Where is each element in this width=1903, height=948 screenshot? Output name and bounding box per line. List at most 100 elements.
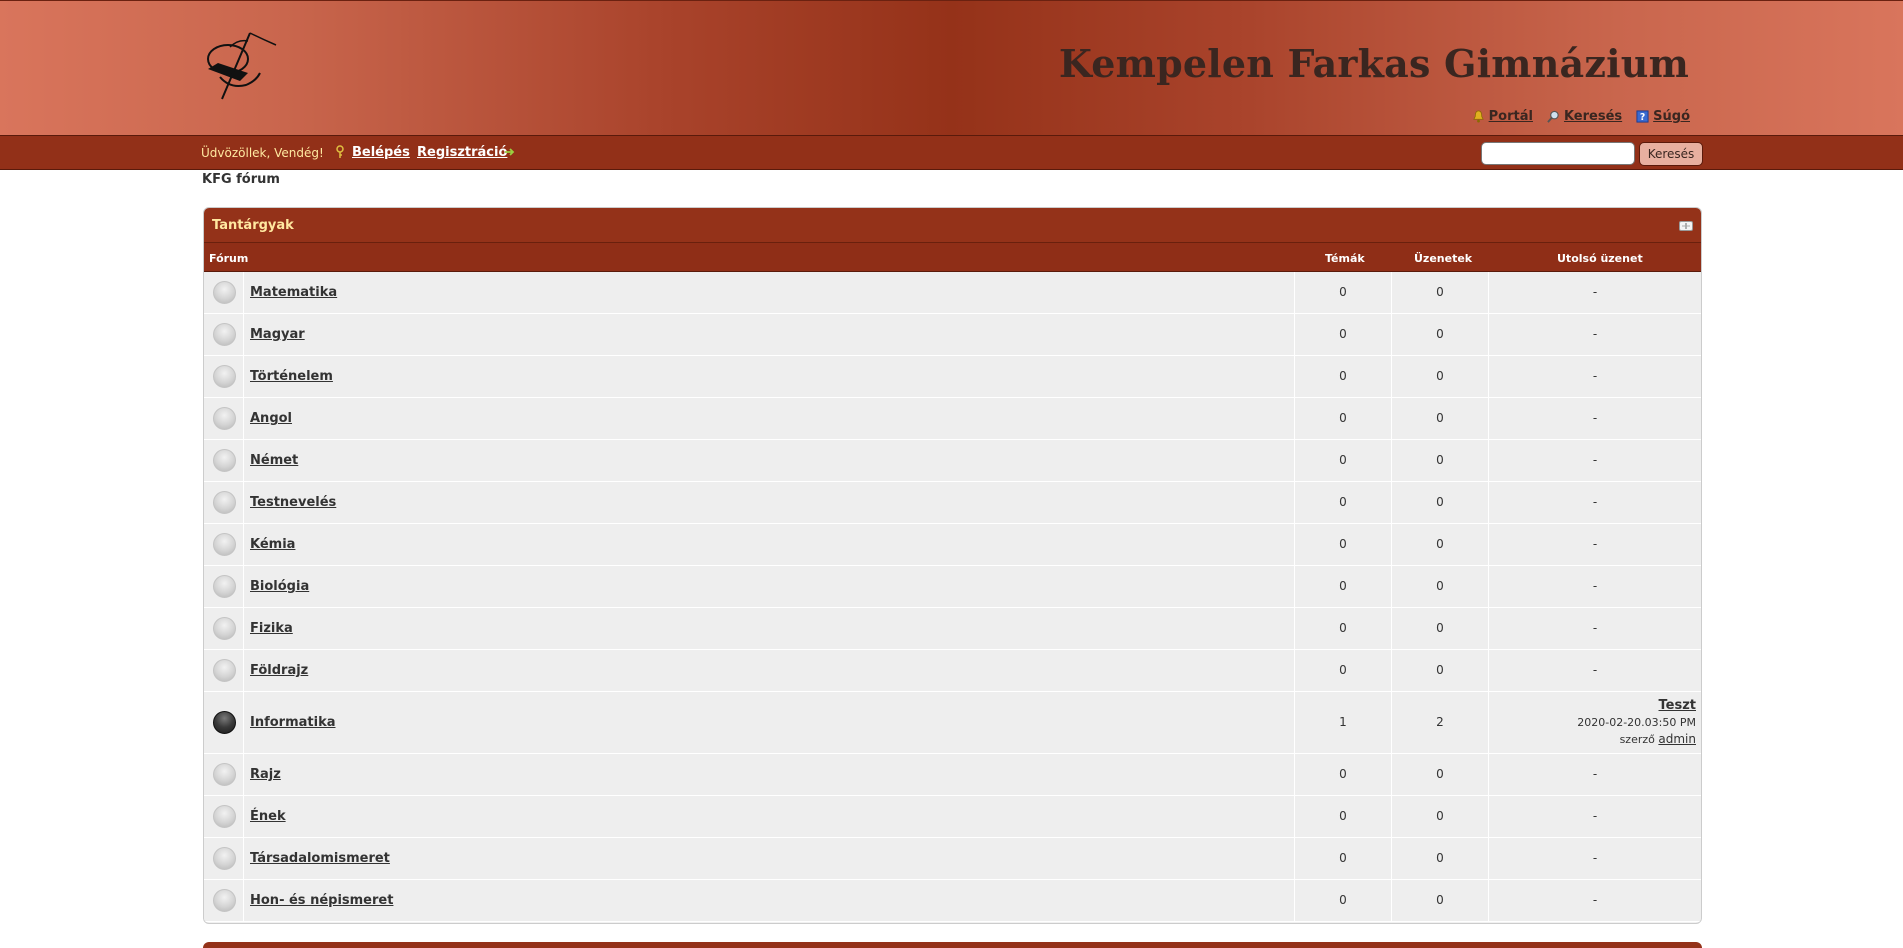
forum-link[interactable]: Társadalomismeret [250,851,390,866]
no-new-posts-icon [213,491,236,514]
forum-link[interactable]: Rajz [250,767,281,782]
magnifier-icon [1547,110,1559,123]
col-posts: Üzenetek [1414,252,1473,265]
forum-row: Informatika 1 2 Teszt 2020-02-20.03:50 PM sze… [204,692,1701,754]
forum-row: Angol 0 0 - [204,398,1701,440]
no-new-posts-icon [213,763,236,786]
forum-link[interactable]: Német [250,453,298,468]
last-post-empty: - [1592,453,1598,467]
forum-posts-cell: 0 [1392,272,1489,313]
forum-link[interactable]: Matematika [250,285,337,300]
no-new-posts-icon [213,323,236,346]
forum-link[interactable]: Fizika [250,621,293,636]
forum-posts-cell: 0 [1392,880,1489,921]
forum-row: Földrajz 0 0 - [204,650,1701,692]
forum-last-post-cell: - [1489,608,1701,649]
forum-posts-count: 0 [1436,327,1444,341]
forum-posts-count: 0 [1436,369,1444,383]
forum-status-cell [204,608,244,649]
forum-link[interactable]: Informatika [250,715,336,730]
forum-posts-cell: 2 [1392,692,1489,753]
last-post-author-prefix: szerző [1619,733,1655,746]
last-post-empty: - [1592,411,1598,425]
category-box: Tantárgyak Fórum Témák Üzenetek Utolsó ü… [203,207,1702,924]
forum-list: Matematika 0 0- Magyar 0 0- Történelem 0 0- Angol… [204,272,1701,922]
forum-last-post-cell: - [1489,880,1701,921]
forum-name-cell: Rajz [245,754,1295,795]
forum-posts-cell: 0 [1392,356,1489,397]
forum-posts-cell: 0 [1392,796,1489,837]
forum-topics-count: 0 [1339,621,1347,635]
forum-topics-count: 0 [1339,851,1347,865]
forum-row: Ének 0 0 - [204,796,1701,838]
forum-topics-cell: 0 [1295,482,1392,523]
forum-topics-cell: 0 [1295,838,1392,879]
forum-topics-count: 0 [1339,285,1347,299]
forum-name-cell: Társadalomismeret [245,838,1295,879]
no-new-posts-icon [213,847,236,870]
forum-link[interactable]: Biológia [250,579,309,594]
help-link[interactable]: ? Súgó [1636,109,1690,124]
forum-posts-count: 0 [1436,285,1444,299]
forum-link[interactable]: Magyar [250,327,305,342]
category-title[interactable]: Tantárgyak [212,218,294,233]
last-post-topic-link[interactable]: Teszt [1659,698,1696,713]
forum-row: Kémia 0 0 - [204,524,1701,566]
forum-topics-cell: 0 [1295,272,1392,313]
no-new-posts-icon [213,407,236,430]
no-new-posts-icon [213,805,236,828]
search-link[interactable]: Keresés [1547,109,1622,124]
forum-link[interactable]: Hon- és népismeret [250,893,393,908]
last-post-author-link[interactable]: admin [1658,732,1696,746]
forum-posts-cell: 0 [1392,650,1489,691]
forum-name-cell: Matematika [245,272,1295,313]
forum-name-cell: Biológia [245,566,1295,607]
forum-topics-count: 0 [1339,327,1347,341]
forum-link[interactable]: Kémia [250,537,295,552]
forum-link[interactable]: Történelem [250,369,333,384]
last-post-empty: - [1592,851,1598,865]
forum-row: Magyar 0 0 - [204,314,1701,356]
forum-name-cell: Német [245,440,1295,481]
forum-status-cell [204,356,244,397]
forum-topics-cell: 0 [1295,608,1392,649]
forum-topics-count: 0 [1339,369,1347,383]
forum-row: Történelem 0 0 - [204,356,1701,398]
forum-posts-count: 0 [1436,893,1444,907]
forum-status-cell [204,796,244,837]
register-link[interactable]: Regisztráció [417,145,507,160]
login-link[interactable]: Belépés [352,145,410,160]
help-link-label: Súgó [1653,109,1690,124]
forum-posts-count: 0 [1436,621,1444,635]
forum-status-cell [204,482,244,523]
forum-posts-cell: 0 [1392,314,1489,355]
forum-status-cell [204,880,244,921]
search-input[interactable] [1481,142,1635,165]
forum-row: Matematika 0 0 - [204,272,1701,314]
key-icon [336,145,344,158]
portal-link-label: Portál [1488,109,1533,124]
forum-name-cell: Fizika [245,608,1295,649]
forum-name-cell: Angol [245,398,1295,439]
no-new-posts-icon [213,889,236,912]
forum-link[interactable]: Ének [250,809,286,824]
forum-link[interactable]: Testnevelés [250,495,336,510]
forum-row: Fizika 0 0 - [204,608,1701,650]
portal-link[interactable]: Portál [1472,109,1533,124]
forum-last-post-cell: - [1489,314,1701,355]
welcome-text: Üdvözöllek, Vendég! [201,146,324,160]
forum-link[interactable]: Angol [250,411,292,426]
search-button[interactable]: Keresés [1639,142,1703,166]
forum-topics-cell: 0 [1295,314,1392,355]
forum-posts-cell: 0 [1392,440,1489,481]
forum-row: Hon- és népismeret 0 0 - [204,880,1701,922]
forum-topics-count: 0 [1339,663,1347,677]
forum-posts-count: 0 [1436,851,1444,865]
collapse-icon[interactable] [1679,221,1693,231]
forum-link[interactable]: Földrajz [250,663,308,678]
no-new-posts-icon [213,365,236,388]
quill-hand-logo-icon[interactable] [200,29,280,104]
forum-posts-count: 0 [1436,411,1444,425]
forum-topics-cell: 0 [1295,880,1392,921]
breadcrumb[interactable]: KFG fórum [202,172,280,187]
